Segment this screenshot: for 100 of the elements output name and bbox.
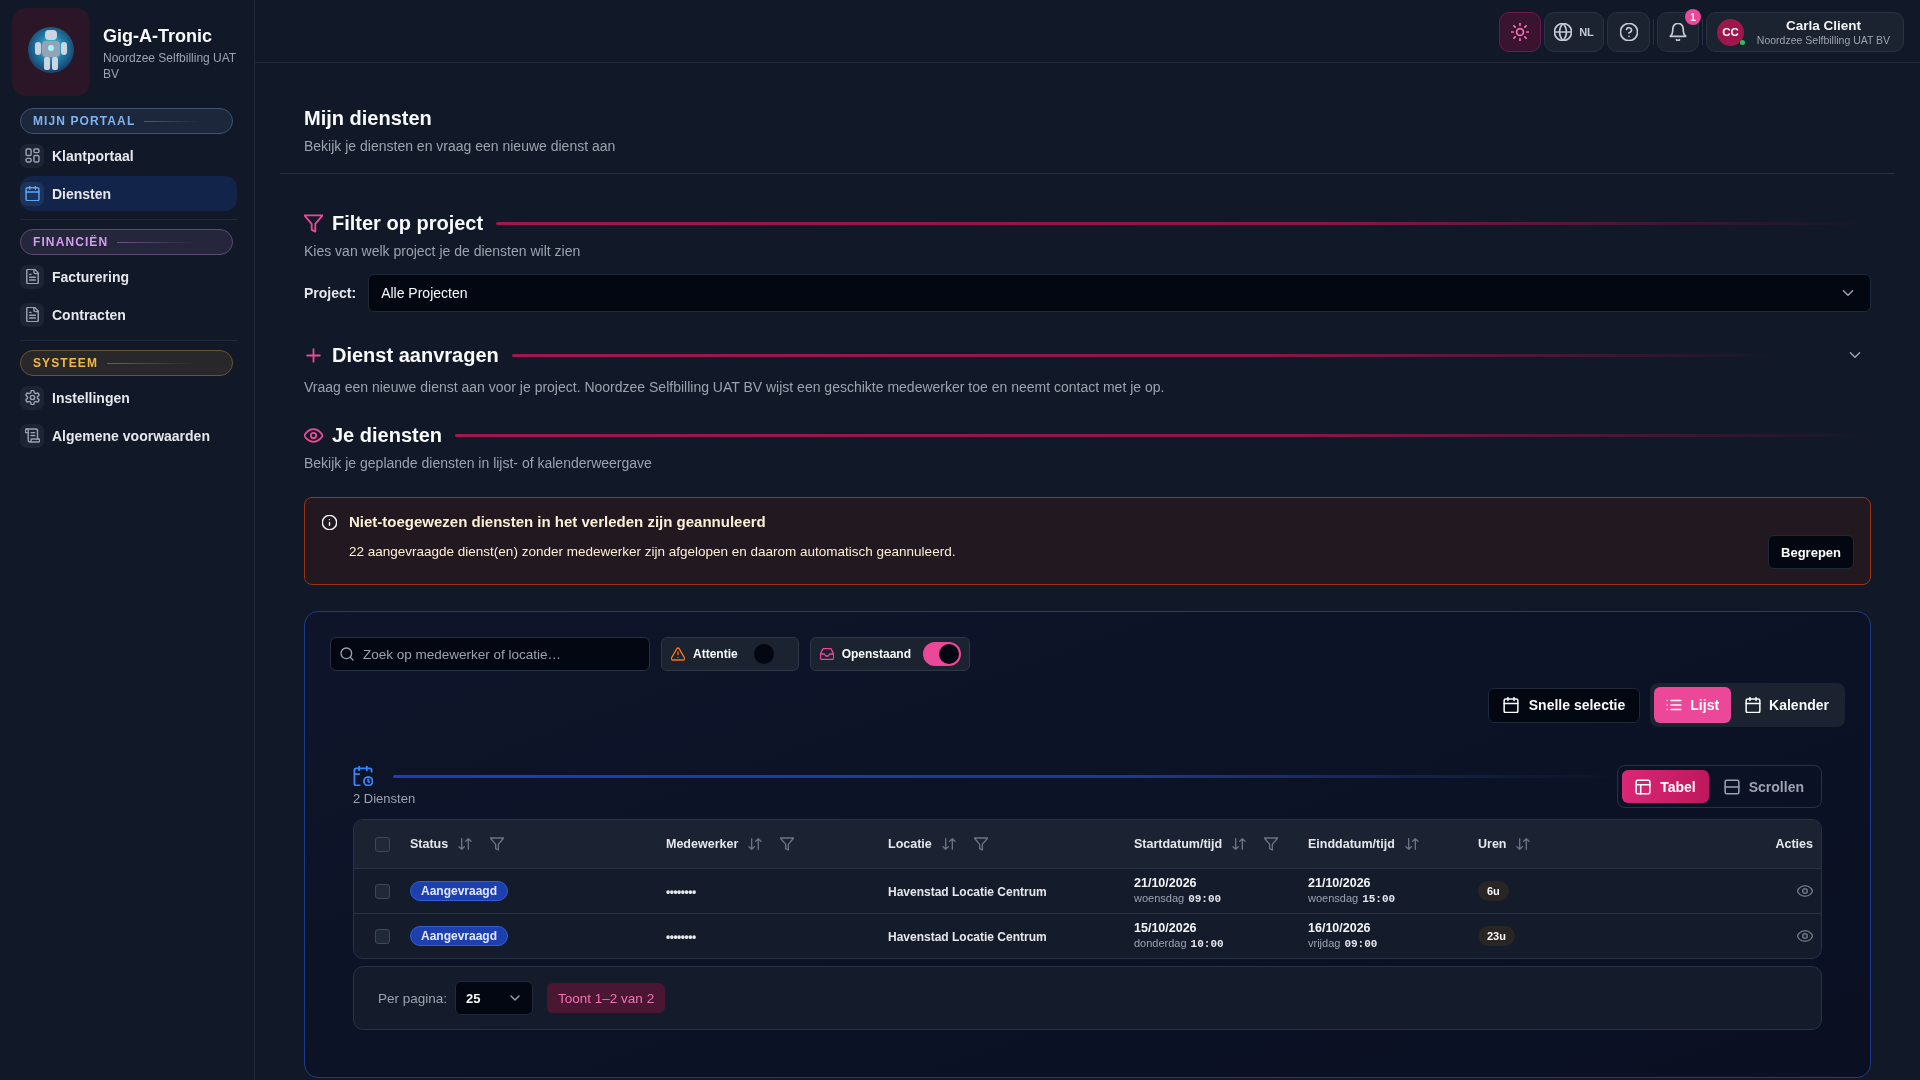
notifications-button[interactable]: 1 (1657, 12, 1699, 52)
bell-icon (1669, 23, 1687, 41)
user-company: Noordzee Selfbilling UAT BV (1756, 33, 1891, 47)
page-title: Mijn diensten (304, 106, 433, 131)
avatar: CC (1717, 18, 1744, 46)
view-tab[interactable]: Kalender (1733, 687, 1841, 723)
column-header[interactable]: Startdatum/tijd (1134, 837, 1279, 851)
hours-badge: 6u (1478, 881, 1509, 901)
calendar-icon (1745, 697, 1762, 713)
gear-icon (20, 385, 44, 410)
sort-arrows-icon[interactable] (941, 837, 956, 851)
language-button[interactable]: NL (1544, 12, 1604, 52)
time-text: 09:00 (1344, 936, 1378, 952)
rows-icon (1723, 778, 1740, 795)
column-header[interactable]: Einddatum/tijd (1308, 837, 1419, 851)
section-description: Vraag een nieuwe dienst aan voor je project. Noordzee Selfbilling UAT BV wijst een geschikte medewerker toe en neemt contact met je op. (304, 378, 1166, 397)
sort-arrows-icon[interactable] (458, 837, 473, 851)
quick-select-button[interactable]: Snelle selectie (1487, 687, 1641, 723)
layout-tab[interactable]: Scrollen (1710, 770, 1817, 803)
sort-arrows-icon[interactable] (748, 837, 763, 851)
column-header[interactable]: Locatie (888, 837, 988, 851)
eye-icon[interactable] (1797, 883, 1813, 899)
section-title: Filter op project (332, 211, 484, 235)
section-label: FINANCIËN (20, 229, 233, 255)
page-size-label: Per pagina: (378, 990, 448, 1006)
document-icon (20, 264, 44, 289)
sidebar-item[interactable]: Diensten (20, 176, 237, 211)
field-label: Project: (304, 285, 357, 301)
filter-toggle-chip[interactable]: Openstaand (809, 637, 971, 671)
sort-arrows-icon[interactable] (1404, 837, 1419, 851)
eye-icon (304, 425, 323, 445)
column-header[interactable]: Medewerker (666, 837, 795, 851)
sidebar-item[interactable]: Algemene voorwaarden (20, 418, 237, 453)
weekday-text: woensdag (1308, 890, 1359, 906)
filter-toggle-chip[interactable]: Attentie (661, 637, 799, 671)
funnel-icon[interactable] (780, 837, 795, 851)
weekday-text: donderdag (1134, 935, 1187, 951)
column-header[interactable]: Uren (1478, 837, 1531, 851)
column-header[interactable]: Status (410, 837, 505, 851)
alert-message: 22 aangevraagde dienst(en) zonder medewerker zijn afgelopen en daarom automatisch geannuleerd. (349, 543, 957, 561)
section-description: Bekijk je geplande diensten in lijst- of kalenderweergave (304, 454, 653, 473)
section-title: Dienst aanvragen (332, 343, 499, 367)
select-all-checkbox[interactable] (375, 836, 390, 852)
time-text: 10:00 (1190, 936, 1224, 952)
inbox-icon (819, 647, 834, 661)
section-label: SYSTEEM (20, 350, 233, 376)
row-checkbox[interactable] (375, 928, 390, 944)
list-icon (1666, 697, 1683, 713)
user-name: Carla Client (1786, 17, 1861, 34)
funnel-icon[interactable] (973, 837, 988, 851)
time-text: 15:00 (1362, 891, 1396, 907)
user-menu-button[interactable]: CC Carla Client Noordzee Selfbilling UAT BV (1706, 12, 1904, 52)
dismiss-button[interactable]: Begrepen (1768, 535, 1854, 569)
search-icon (340, 647, 354, 661)
calendar-clock-icon (353, 766, 373, 786)
sidebar-item[interactable]: Facturering (20, 259, 237, 294)
location-text: Havenstad Locatie Centrum (888, 885, 1047, 899)
sidebar-item[interactable]: Instellingen (20, 380, 237, 415)
row-checkbox[interactable] (375, 883, 390, 899)
section-title: Je diensten (332, 423, 443, 447)
status-badge: Aangevraagd (410, 926, 509, 946)
eye-icon[interactable] (1797, 928, 1813, 944)
sun-icon (1511, 23, 1529, 41)
funnel-icon[interactable] (490, 837, 505, 851)
help-icon (1619, 23, 1638, 41)
alert-title: Niet-toegewezen diensten in het verleden zijn geannuleerd (349, 512, 767, 532)
info-icon (322, 514, 337, 530)
layout-tab[interactable]: Tabel (1622, 770, 1709, 803)
funnel-icon[interactable] (1264, 837, 1279, 851)
date-text: 15/10/2026 (1134, 920, 1198, 936)
plus-icon (304, 345, 323, 365)
sort-arrows-icon[interactable] (1516, 837, 1531, 851)
toggle-label: Attentie (693, 647, 738, 661)
column-header: Acties (1775, 837, 1813, 851)
page-size-select[interactable]: 25 (455, 981, 534, 1015)
section-label: MIJN PORTAAL (20, 108, 233, 134)
sort-arrows-icon[interactable] (1232, 837, 1247, 851)
time-text: 09:00 (1188, 891, 1222, 907)
document-icon (20, 302, 44, 327)
date-text: 21/10/2026 (1134, 875, 1198, 891)
date-text: 16/10/2026 (1308, 920, 1372, 936)
location-text: Havenstad Locatie Centrum (888, 930, 1047, 944)
brand-title: Gig-A-Tronic (103, 25, 213, 47)
calendar-icon (20, 181, 44, 206)
page-subtitle: Bekijk je diensten en vraag een nieuwe dienst aan (304, 137, 617, 156)
section-description: Kies van welk project je de diensten wilt zien (304, 242, 582, 261)
sidebar-item[interactable]: Klantportaal (20, 138, 237, 173)
results-summary: Toont 1–2 van 2 (547, 983, 666, 1013)
toggle-switch[interactable] (923, 642, 962, 666)
sidebar-item[interactable]: Contracten (20, 297, 237, 332)
calendar-icon (1502, 697, 1519, 713)
toggle-label: Openstaand (841, 647, 912, 661)
notification-badge: 1 (1685, 9, 1701, 25)
masked-employee-name: •••••••• (666, 930, 696, 944)
warning-icon (671, 647, 685, 661)
search-field[interactable]: Zoek op medewerker of locatie… (330, 637, 650, 671)
theme-toggle-button[interactable] (1499, 12, 1541, 52)
globe-icon (1554, 23, 1573, 41)
help-button[interactable] (1607, 12, 1650, 52)
project-select[interactable]: Alle Projecten (368, 274, 1871, 312)
